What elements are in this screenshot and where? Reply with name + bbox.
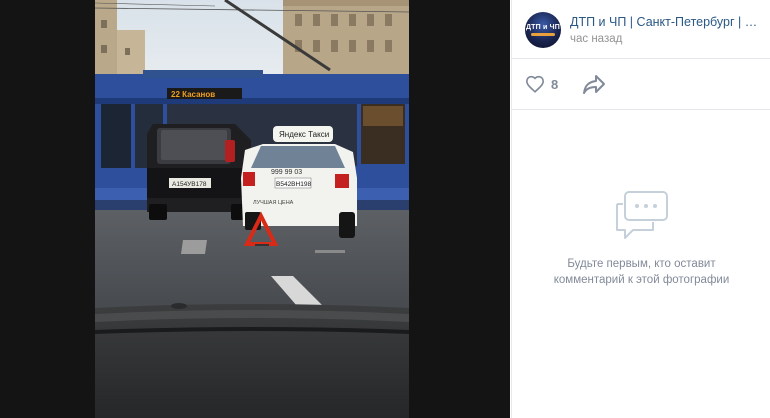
taxi-side-text: ЛУЧШАЯ ЦЕНА: [253, 200, 294, 206]
comments-empty-text: Будьте первым, кто оставит комментарий к…: [553, 258, 730, 286]
group-avatar[interactable]: ДТП и ЧП: [525, 12, 561, 48]
post-header: ДТП и ЧП ДТП и ЧП | Санкт-Петербург | Пи…: [512, 0, 770, 58]
post-photo[interactable]: 22 Касанов А154УВ178 Яндекс Такси 999 99…: [95, 0, 409, 418]
avatar-logo-stripe: [531, 33, 555, 36]
like-count: 8: [551, 76, 559, 92]
actions-divider: [512, 109, 770, 110]
post-sidebar: ДТП и ЧП ДТП и ЧП | Санкт-Петербург | Пи…: [511, 0, 770, 418]
post-time[interactable]: час назад: [570, 33, 622, 45]
taxi-plate: В542ВН198: [276, 181, 311, 188]
group-name-link[interactable]: ДТП и ЧП | Санкт-Петербург | Питер онлай…: [570, 15, 765, 29]
avatar-label: ДТП и ЧП: [525, 24, 561, 31]
comments-empty-state: Будьте первым, кто оставит комментарий к…: [512, 190, 770, 288]
post-actions: 8: [512, 59, 770, 109]
car-plate: А154УВ178: [172, 181, 207, 188]
share-arrow-icon: [583, 75, 605, 94]
like-button[interactable]: 8: [525, 73, 558, 95]
taxi-phone: 999 99 03: [271, 169, 302, 176]
photo-viewer: 22 Касанов А154УВ178 Яндекс Такси 999 99…: [0, 0, 510, 418]
photo-scene: 22 Касанов А154УВ178 Яндекс Такси 999 99…: [95, 0, 409, 418]
share-button[interactable]: [582, 73, 606, 95]
speech-bubbles-icon: [615, 191, 668, 239]
taxi-roof-sign: Яндекс Такси: [279, 130, 329, 139]
heart-icon: [525, 75, 545, 93]
tram-route-sign: 22 Касанов: [171, 90, 215, 99]
